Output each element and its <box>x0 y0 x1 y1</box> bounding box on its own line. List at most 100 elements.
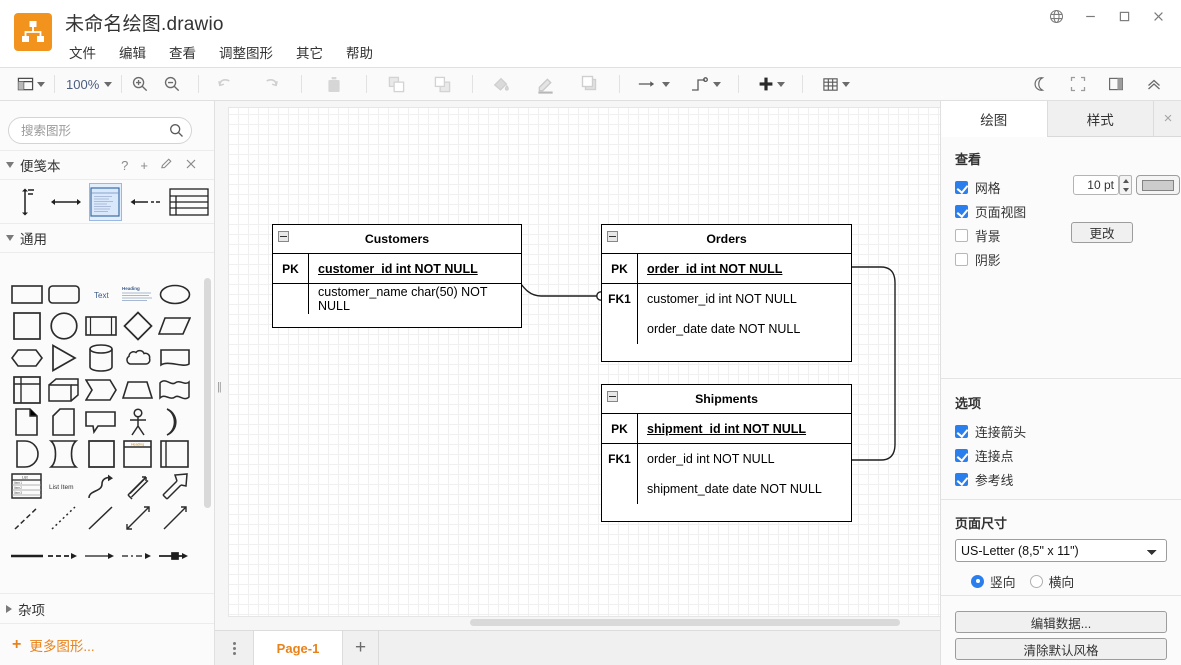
grid-size-input[interactable]: 10 pt <box>1073 175 1119 195</box>
table-icon[interactable] <box>819 71 853 97</box>
shape-process[interactable] <box>82 310 119 342</box>
shape-vertical-container[interactable]: Heading <box>119 438 156 470</box>
shape-ellipse[interactable] <box>156 278 193 310</box>
er-table-orders[interactable]: Orders PK order_id int NOT NULL FK1 cust… <box>601 224 852 362</box>
landscape-radio[interactable] <box>1030 575 1043 588</box>
edit-data-button[interactable]: 编辑数据... <box>955 611 1167 633</box>
collapse-icon[interactable] <box>278 231 289 242</box>
search-input[interactable] <box>19 122 164 140</box>
er-table-header[interactable]: Customers <box>273 225 521 254</box>
close-icon[interactable] <box>1141 1 1175 31</box>
shape-line-double-arrow[interactable] <box>119 502 156 534</box>
portrait-radio[interactable] <box>971 575 984 588</box>
diagram-page[interactable]: Customers PK customer_id int NOT NULL cu… <box>229 108 940 616</box>
insert-caret[interactable] <box>777 82 785 87</box>
shape-triangle[interactable] <box>45 342 82 374</box>
connector-solid-arrow[interactable] <box>82 540 119 572</box>
dark-mode-icon[interactable] <box>1028 71 1052 97</box>
line-color-icon[interactable] <box>533 71 558 97</box>
shape-cube[interactable] <box>45 374 82 406</box>
undo-icon[interactable] <box>214 71 239 97</box>
shape-trapezoid[interactable] <box>119 374 156 406</box>
collapse-icon[interactable] <box>607 231 618 242</box>
view-layout-icon[interactable] <box>14 71 48 97</box>
grid-color-swatch[interactable] <box>1136 175 1180 195</box>
menu-arrange[interactable]: 调整图形 <box>216 40 276 64</box>
shape-dotted-line[interactable] <box>45 502 82 534</box>
er-row[interactable]: customer_name char(50) NOT NULL <box>273 284 521 314</box>
zoom-caret[interactable] <box>104 82 112 87</box>
shape-hexagon[interactable] <box>8 342 45 374</box>
page-menu-icon[interactable] <box>215 631 253 665</box>
shape-curve-arrow[interactable] <box>82 470 119 502</box>
table-caret[interactable] <box>842 82 850 87</box>
shape-diamond[interactable] <box>119 310 156 342</box>
language-globe-icon[interactable] <box>1039 1 1073 31</box>
more-shapes-button[interactable]: + 更多图形... <box>0 623 214 665</box>
chevron-down-icon[interactable] <box>6 235 14 241</box>
connector-dashed-arrow[interactable] <box>45 540 82 572</box>
diagram-canvas[interactable]: Customers PK customer_id int NOT NULL cu… <box>215 101 940 630</box>
shape-container[interactable] <box>82 438 119 470</box>
scratch-shape-left-arrow[interactable] <box>126 184 164 220</box>
to-back-icon[interactable] <box>430 71 454 97</box>
shape-delay[interactable] <box>8 438 45 470</box>
shape-text[interactable]: Text <box>82 278 119 310</box>
collapse-toolbar-icon[interactable] <box>1142 71 1166 97</box>
shape-square[interactable] <box>8 310 45 342</box>
fullscreen-icon[interactable] <box>1066 71 1090 97</box>
er-row[interactable]: FK1 order_id int NOT NULL <box>602 444 851 474</box>
shape-internal-storage[interactable] <box>8 374 45 406</box>
shape-note[interactable] <box>8 406 45 438</box>
shape-solid-line[interactable] <box>82 502 119 534</box>
shadow-checkbox[interactable] <box>955 253 968 266</box>
connection-arrows-checkbox[interactable] <box>955 425 968 438</box>
page-view-checkbox[interactable] <box>955 205 968 218</box>
search-icon[interactable] <box>169 123 184 143</box>
er-table-header[interactable]: Shipments <box>602 385 851 414</box>
section-header-scratchpad[interactable]: 便笺本 ? + <box>0 151 214 180</box>
stepper-down-icon[interactable] <box>1123 188 1129 192</box>
er-row[interactable]: shipment_date date NOT NULL <box>602 474 851 504</box>
shape-block-arrow[interactable] <box>156 470 193 502</box>
shape-list[interactable]: List Item1Item2Item3 <box>8 470 45 502</box>
chevron-right-icon[interactable] <box>6 605 12 613</box>
shape-cloud[interactable] <box>119 342 156 374</box>
menu-file[interactable]: 文件 <box>66 40 99 64</box>
connector-dashdot-arrow[interactable] <box>119 540 156 572</box>
grid-checkbox[interactable] <box>955 181 968 194</box>
stepper-up-icon[interactable] <box>1123 179 1129 183</box>
shape-rounded-rectangle[interactable] <box>45 278 82 310</box>
view-layout-caret[interactable] <box>37 82 45 87</box>
zoom-out-icon[interactable] <box>160 71 184 97</box>
maximize-icon[interactable] <box>1107 1 1141 31</box>
insert-icon[interactable] <box>755 71 788 97</box>
waypoints-caret[interactable] <box>713 82 721 87</box>
canvas-horizontal-scrollbar[interactable] <box>470 619 900 626</box>
guides-checkbox[interactable] <box>955 473 968 486</box>
scratch-shape-vertical-arrow[interactable] <box>10 184 42 220</box>
tab-style[interactable]: 样式 <box>1047 101 1155 137</box>
shape-rectangle[interactable] <box>8 278 45 310</box>
menu-extras[interactable]: 其它 <box>293 40 326 64</box>
connector-plain-line[interactable] <box>8 540 45 572</box>
er-row[interactable]: PK customer_id int NOT NULL <box>273 254 521 284</box>
collapse-icon[interactable] <box>607 391 618 402</box>
minimize-icon[interactable] <box>1073 1 1107 31</box>
delete-icon[interactable] <box>322 71 346 97</box>
tab-diagram[interactable]: 绘图 <box>941 101 1047 137</box>
er-row[interactable]: PK shipment_id int NOT NULL <box>602 414 851 444</box>
er-table-customers[interactable]: Customers PK customer_id int NOT NULL cu… <box>272 224 522 328</box>
shape-cylinder[interactable] <box>82 342 119 374</box>
menu-edit[interactable]: 编辑 <box>116 40 149 64</box>
scratch-shape-entity-table[interactable] <box>90 184 122 220</box>
close-icon[interactable] <box>185 158 197 173</box>
shape-parallelogram[interactable] <box>156 310 193 342</box>
connection-arrow-icon[interactable] <box>634 71 673 97</box>
sidebar-resize-handle[interactable]: || <box>217 381 221 393</box>
shape-callout[interactable] <box>82 406 119 438</box>
shape-tape[interactable] <box>156 374 193 406</box>
menu-help[interactable]: 帮助 <box>343 40 376 64</box>
add-page-button[interactable]: + <box>343 631 379 665</box>
section-header-general[interactable]: 通用 <box>0 224 214 253</box>
